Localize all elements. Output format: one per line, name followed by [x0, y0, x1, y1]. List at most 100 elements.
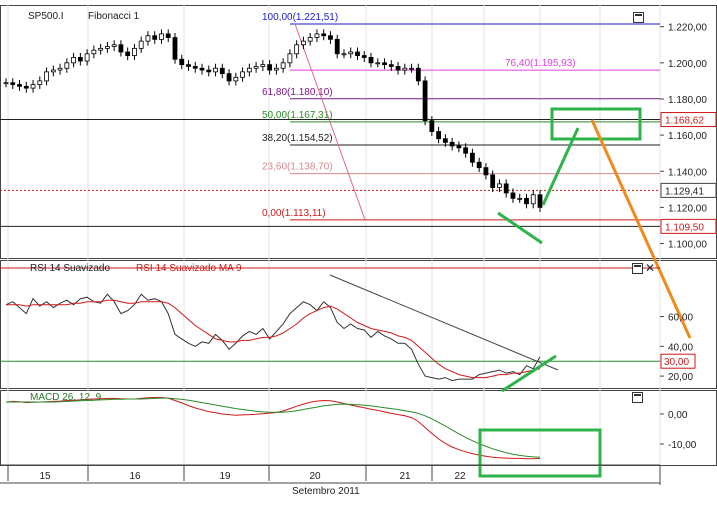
candle-body [159, 33, 164, 40]
candle-body [37, 80, 43, 85]
candle-body [246, 67, 252, 73]
price-tag-label: 1.109,50 [665, 222, 704, 233]
rsi-30-tag-label: 30,00 [664, 357, 689, 368]
macd-panel-maximize-icon[interactable] [632, 392, 643, 403]
candle-body [361, 55, 367, 58]
price-panel-maximize-icon[interactable] [633, 12, 644, 23]
candle-body [172, 37, 178, 60]
x-tick-label: 22 [454, 471, 466, 482]
candle-body [152, 35, 158, 40]
x-tick-label: 19 [219, 471, 231, 482]
candle-body [280, 62, 286, 69]
candle-body [321, 33, 327, 37]
price-panel-frame [0, 5, 717, 259]
candle-body [510, 192, 516, 199]
candle-body [226, 73, 232, 82]
macd-series-line [5, 397, 541, 460]
candle-body [267, 64, 273, 71]
rsi-panel-frame [0, 260, 717, 389]
candle-body [3, 82, 9, 85]
month-label: Setembro 2011 [292, 486, 360, 497]
candle-body [219, 67, 225, 75]
candle-body [64, 62, 70, 69]
candle-body [118, 44, 124, 53]
candle-body [301, 40, 306, 46]
candle-body [328, 35, 333, 40]
study-label: Fibonacci 1 [88, 11, 140, 22]
candle-body [17, 84, 22, 87]
rsi-label: RSI 14 Suavizado [30, 263, 111, 274]
x-tick-label: 16 [129, 471, 141, 482]
rsi-panel-maximize-icon[interactable] [632, 263, 643, 274]
candle-body [260, 64, 266, 67]
candle-body [402, 67, 408, 71]
x-tick-label: 21 [399, 471, 411, 482]
candle-body [213, 67, 218, 73]
candle-body [233, 76, 239, 82]
price-ytick-label: 1.140,00 [668, 167, 707, 178]
fib-level-label: 23,60(1.138,70) [262, 162, 333, 173]
rsi-series-line [6, 299, 541, 379]
candle-body [388, 64, 394, 67]
candle-body [10, 82, 16, 85]
candle-body [273, 67, 279, 71]
candle-body [71, 57, 76, 64]
rsi-ma-label: RSI 14 Suavizado MA 9 [136, 263, 242, 274]
rsi-series-line [5, 293, 541, 382]
candle-body [253, 66, 259, 69]
chart-svg: 1.220,00 1.200,00 1.180,00 1.160,00 1.140,00… [0, 5, 717, 485]
candle-body [111, 44, 117, 47]
candle-body [422, 80, 428, 122]
price-ytick-label: 1.180,00 [668, 95, 707, 106]
price-ytick-label: 1.120,00 [668, 203, 707, 214]
candle-body [192, 66, 198, 69]
candle-body [490, 174, 496, 188]
rsi-ytick-label: 20,00 [668, 372, 693, 383]
candle-body [436, 131, 442, 140]
candle-body [50, 69, 56, 73]
candle-body [206, 69, 212, 73]
fib-level-label: 76,40(1.195,93) [505, 58, 576, 69]
rsi-panel-close-icon[interactable]: ✕ [645, 262, 655, 274]
candle-body [91, 49, 97, 55]
candle-body [84, 53, 90, 62]
candle-body [348, 51, 354, 55]
candle-body [314, 33, 320, 38]
candle-body [456, 145, 462, 149]
rsi-ytick-label: 60,00 [668, 313, 693, 324]
fib-level-label: 100,00(1.221,51) [262, 12, 338, 23]
candle-body [449, 141, 455, 147]
candle-body [429, 120, 435, 132]
candle-body [240, 71, 245, 78]
candle-body [125, 51, 131, 56]
symbol-label: SP500.I [28, 11, 64, 22]
price-ytick-label: 1.200,00 [668, 59, 707, 70]
price-tag-label: 1.168,62 [665, 116, 704, 127]
candle-body [341, 53, 347, 56]
candle-body [395, 66, 401, 71]
candle-body [442, 138, 448, 143]
fib-level-label: 0,00(1.113,11) [262, 208, 326, 219]
candle-body [524, 197, 529, 205]
price-divergence-line [497, 211, 543, 245]
candle-body [483, 167, 489, 176]
x-tick-label: 20 [309, 471, 321, 482]
candle-body [30, 84, 36, 89]
macd-ytick-label: 0,00 [668, 410, 688, 421]
candle-body [537, 194, 543, 208]
macd-ytick-label: -10,00 [668, 440, 697, 451]
x-tick-label: 15 [39, 471, 51, 482]
candle-body [530, 194, 536, 205]
rsi-trendline [329, 274, 559, 371]
candle-body [497, 183, 502, 188]
candle-body [98, 47, 104, 51]
candle-body [138, 40, 144, 49]
candle-body [470, 152, 475, 163]
candle-body [199, 67, 205, 71]
candle-body [415, 67, 421, 82]
candle-body [145, 35, 151, 42]
price-ytick-label: 1.100,00 [668, 240, 707, 251]
price-tag-label: 1.129,41 [665, 186, 704, 197]
candle-body [57, 67, 63, 71]
candle-body [179, 58, 185, 66]
